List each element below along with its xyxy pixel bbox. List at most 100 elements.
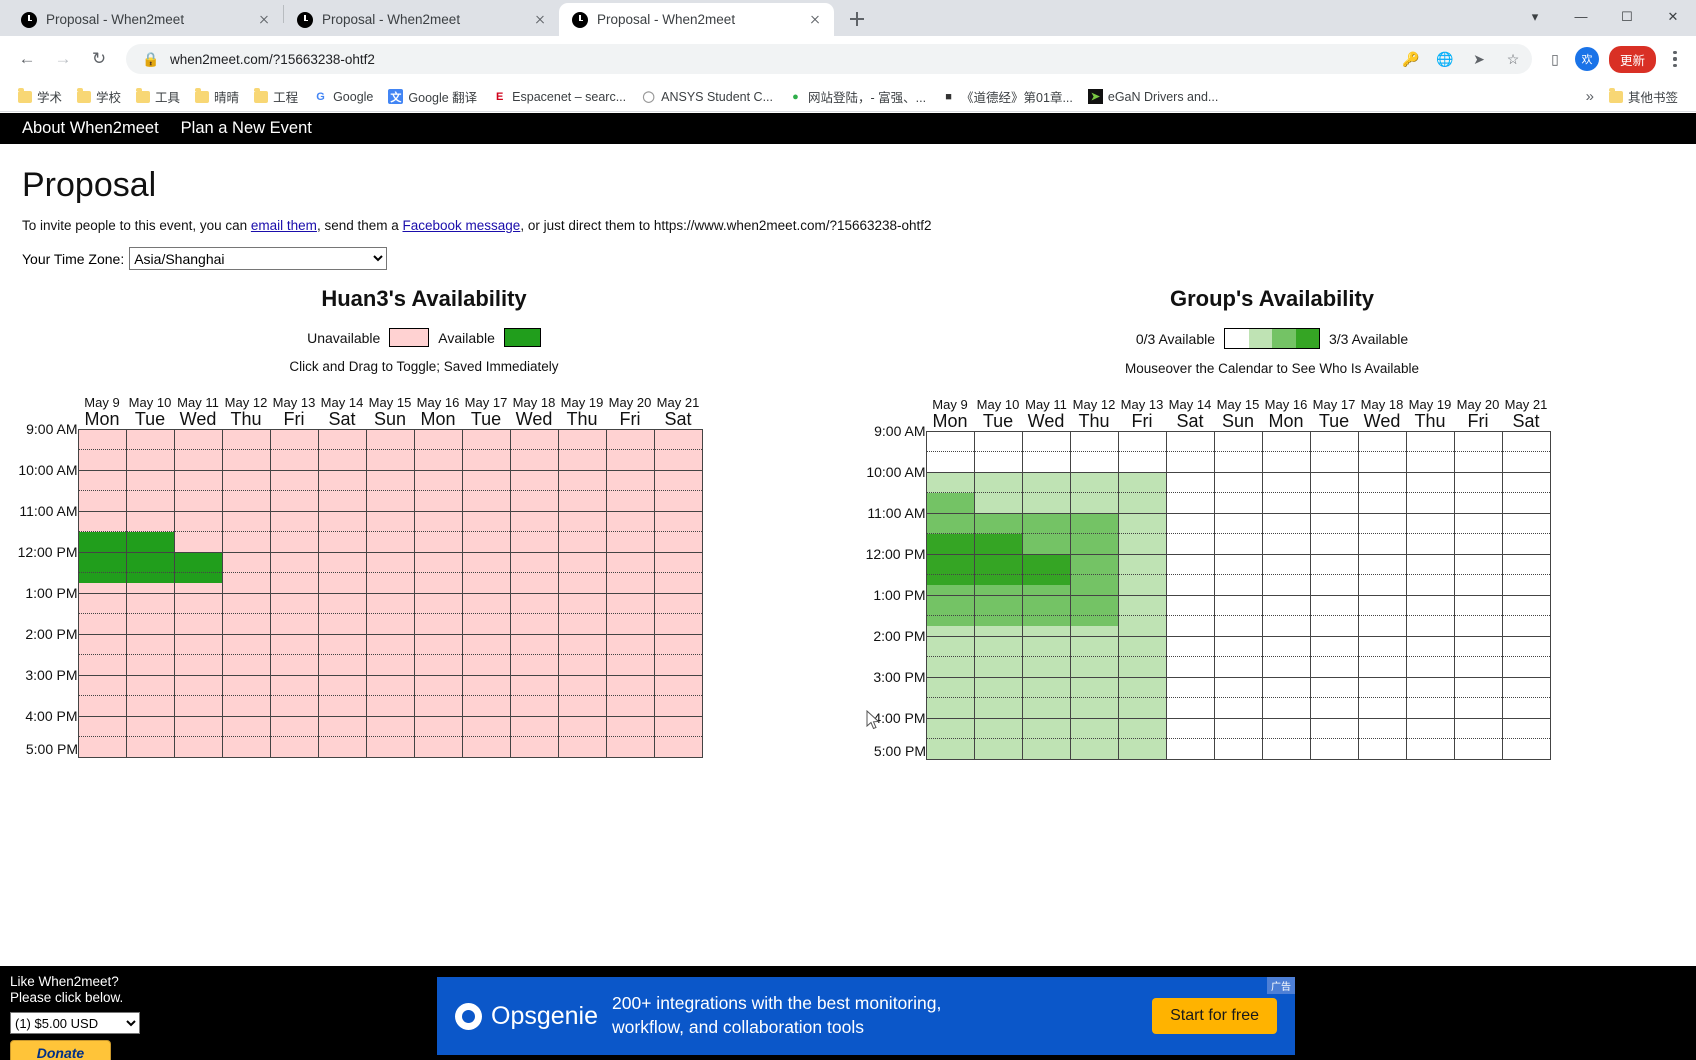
calendar-slot[interactable] [1117, 574, 1167, 585]
calendar-slot[interactable] [1165, 533, 1215, 544]
ad-cta-button[interactable]: Start for free [1152, 998, 1277, 1034]
calendar-slot[interactable] [1357, 635, 1407, 647]
calendar-slot[interactable] [1165, 482, 1215, 493]
calendar-slot[interactable] [1501, 564, 1551, 575]
calendar-slot[interactable] [1165, 625, 1215, 637]
calendar-slot[interactable] [1501, 461, 1551, 473]
calendar-slot[interactable] [557, 654, 607, 665]
calendar-slot[interactable] [365, 469, 415, 481]
calendar-slot[interactable] [1357, 451, 1407, 462]
calendar-slot[interactable] [1357, 676, 1407, 688]
calendar-slot[interactable] [1357, 666, 1407, 678]
calendar-slot[interactable] [1261, 564, 1311, 575]
calendar-slot[interactable] [77, 705, 127, 717]
calendar-slot[interactable] [1069, 646, 1119, 657]
calendar-slot[interactable] [317, 613, 367, 624]
calendar-slot[interactable] [509, 531, 559, 542]
calendar-slot[interactable] [461, 459, 511, 471]
calendar-slot[interactable] [1021, 748, 1071, 760]
calendar-slot[interactable] [653, 603, 703, 614]
calendar-slot[interactable] [1453, 523, 1503, 534]
calendar-slot[interactable] [77, 726, 127, 737]
personal-availability-grid[interactable]: May 9 Mon May 10 Tue May 11 Wed May 12 Thu May 1… [0, 396, 703, 773]
calendar-slot[interactable] [1021, 738, 1071, 749]
calendar-slot[interactable] [221, 428, 271, 440]
window-close-button[interactable]: ✕ [1650, 0, 1696, 33]
calendar-slot[interactable] [1309, 492, 1359, 503]
calendar-slot[interactable] [925, 687, 975, 698]
calendar-slot[interactable] [557, 664, 607, 676]
calendar-slot[interactable] [1405, 430, 1455, 442]
calendar-slot[interactable] [1117, 451, 1167, 462]
calendar-slot[interactable] [509, 603, 559, 614]
calendar-slot[interactable] [125, 613, 175, 624]
calendar-slot[interactable] [1453, 451, 1503, 462]
calendar-slot[interactable] [973, 512, 1023, 524]
calendar-slot[interactable] [365, 510, 415, 522]
calendar-slot[interactable] [973, 676, 1023, 688]
calendar-slot[interactable] [1021, 717, 1071, 729]
calendar-slot[interactable] [365, 726, 415, 737]
calendar-slot[interactable] [1501, 687, 1551, 698]
calendar-slot[interactable] [1117, 748, 1167, 760]
calendar-slot[interactable] [925, 656, 975, 667]
calendar-slot[interactable] [317, 551, 367, 563]
calendar-slot[interactable] [1213, 430, 1263, 442]
calendar-slot[interactable] [1405, 512, 1455, 524]
calendar-slot[interactable] [509, 572, 559, 583]
calendar-slot[interactable] [413, 633, 463, 645]
calendar-slot[interactable] [173, 449, 223, 460]
calendar-slot[interactable] [557, 459, 607, 471]
calendar-slot[interactable] [557, 715, 607, 727]
calendar-slot[interactable] [269, 562, 319, 573]
profile-avatar[interactable]: 欢 [1574, 47, 1599, 71]
calendar-slot[interactable] [1405, 738, 1455, 749]
calendar-slot[interactable] [1405, 717, 1455, 729]
calendar-slot[interactable] [365, 736, 415, 747]
calendar-slot[interactable] [77, 510, 127, 522]
calendar-slot[interactable] [1309, 564, 1359, 575]
email-them-link[interactable]: email them [251, 218, 317, 233]
calendar-slot[interactable] [1261, 441, 1311, 452]
calendar-slot[interactable] [413, 469, 463, 481]
calendar-slot[interactable] [1117, 738, 1167, 749]
calendar-slot[interactable] [125, 592, 175, 604]
calendar-slot[interactable] [1501, 646, 1551, 657]
calendar-slot[interactable] [1357, 564, 1407, 575]
calendar-slot[interactable] [1309, 594, 1359, 606]
calendar-slot[interactable] [925, 625, 975, 637]
calendar-slot[interactable] [1021, 666, 1071, 678]
calendar-slot[interactable] [317, 439, 367, 450]
calendar-slot[interactable] [925, 697, 975, 708]
calendar-slot[interactable] [1261, 471, 1311, 483]
calendar-slot[interactable] [461, 633, 511, 645]
calendar-slot[interactable] [557, 736, 607, 747]
calendar-slot[interactable] [125, 490, 175, 501]
calendar-slot[interactable] [1357, 584, 1407, 596]
calendar-slot[interactable] [365, 480, 415, 491]
calendar-slot[interactable] [1309, 605, 1359, 616]
calendar-slot[interactable] [413, 459, 463, 471]
calendar-slot[interactable] [1357, 728, 1407, 739]
calendar-slot[interactable] [1021, 451, 1071, 462]
calendar-slot[interactable] [605, 654, 655, 665]
calendar-slot[interactable] [557, 531, 607, 542]
calendar-slot[interactable] [1069, 441, 1119, 452]
calendar-slot[interactable] [365, 746, 415, 758]
calendar-slot[interactable] [1069, 687, 1119, 698]
calendar-slot[interactable] [1405, 707, 1455, 719]
calendar-slot[interactable] [605, 674, 655, 686]
calendar-slot[interactable] [1117, 635, 1167, 647]
calendar-slot[interactable] [1069, 605, 1119, 616]
calendar-slot[interactable] [461, 562, 511, 573]
calendar-slot[interactable] [413, 726, 463, 737]
calendar-slot[interactable] [173, 500, 223, 512]
calendar-slot[interactable] [653, 521, 703, 532]
calendar-slot[interactable] [1405, 543, 1455, 555]
calendar-slot[interactable] [1117, 482, 1167, 493]
bookmark-item[interactable]: G Google [307, 86, 379, 107]
calendar-slot[interactable] [365, 459, 415, 471]
calendar-slot[interactable] [1501, 738, 1551, 749]
calendar-slot[interactable] [557, 613, 607, 624]
calendar-slot[interactable] [1309, 656, 1359, 667]
